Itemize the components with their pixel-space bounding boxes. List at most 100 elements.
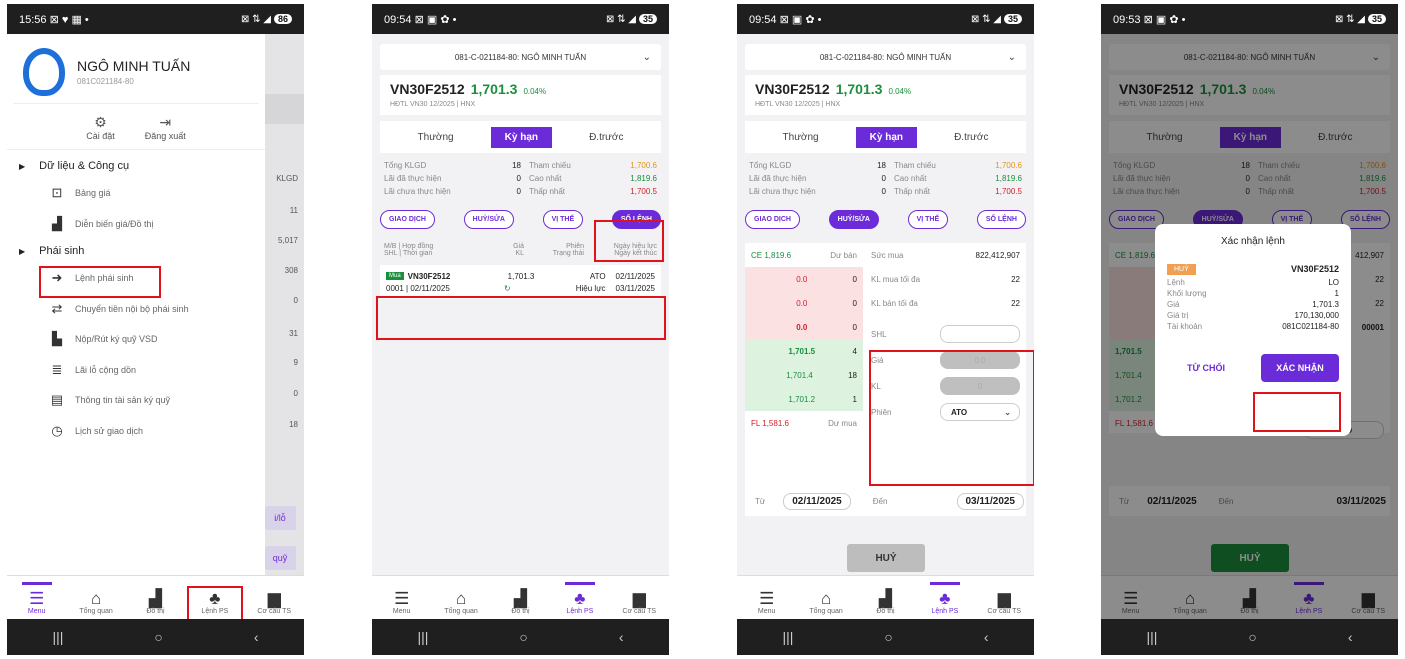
menu-item-cumulative-pnl[interactable]: ≣ Lãi lỗ cộng dồn xyxy=(7,355,265,386)
menu-item-price-chart[interactable]: ▟ Diễn biến giá/Đồ thị xyxy=(7,209,265,240)
tab-orders[interactable]: ♣ Lệnh PS xyxy=(920,582,970,615)
drawer-backdrop[interactable]: KLGD 11 5,017 308 0 31 9 0 18 i/lỗ quỹ xyxy=(264,34,304,575)
shl-input[interactable] xyxy=(940,325,1020,343)
shade-value: KLGD xyxy=(276,174,298,183)
symbol-card[interactable]: VN30F2512 1,701.3 0.04% HĐTL VN30 12/2025 … xyxy=(380,75,661,115)
symbol-change: 0.04% xyxy=(523,87,547,96)
tab-overview[interactable]: ⌂ Tổng quan xyxy=(436,590,486,616)
order-status: Hiệu lực xyxy=(575,283,606,293)
bar-chart-icon: ▟ xyxy=(52,215,62,231)
shade-value: 11 xyxy=(289,206,298,215)
assets-icon: ▆ xyxy=(997,589,1011,608)
tab-term[interactable]: Kỳ hạn xyxy=(855,126,917,148)
battery-icon: 35 xyxy=(638,13,657,24)
tab-normal[interactable]: Thường xyxy=(404,127,468,148)
stat-label: Lãi chưa thực hiện xyxy=(384,187,451,196)
transfer-icon: ⇄ xyxy=(51,300,63,316)
menu-item-internal-transfer[interactable]: ⇄ Chuyển tiền nội bộ phái sinh xyxy=(7,294,265,325)
recent-apps-icon[interactable]: ||| xyxy=(782,629,793,645)
order-row[interactable]: Mua VN30F2512 1,701.3 ATO 02/11/2025 0001 | … xyxy=(380,265,661,299)
account-selector[interactable]: 081-C-021184-80: NGÔ MINH TUẤN ⌄ xyxy=(745,44,1026,70)
home-button-icon[interactable]: ○ xyxy=(884,629,892,645)
tab-menu[interactable]: ☰ Menu xyxy=(12,582,62,615)
menu-item-vsd-margin[interactable]: ▙ Nộp/Rút ký quỹ VSD xyxy=(7,324,265,355)
dialog-value: LO xyxy=(1328,278,1339,287)
menu-item-margin-assets[interactable]: ▤ Thông tin tài sản ký quỹ xyxy=(7,385,265,416)
order-book-button[interactable]: SỔ LỆNH xyxy=(976,210,1026,229)
tab-chart[interactable]: ▟ Đồ thị xyxy=(130,590,180,616)
clock-icon: ◷ xyxy=(51,422,63,438)
tab-advance[interactable]: Đ.trước xyxy=(575,127,637,148)
recent-apps-icon[interactable]: ||| xyxy=(52,629,63,645)
symbol-card[interactable]: VN30F2512 1,701.3 0.04% HĐTL VN30 12/2025 … xyxy=(745,75,1026,115)
recent-apps-icon[interactable]: ||| xyxy=(1146,629,1157,645)
signal-icon: ⊠ ⇅ ◢ xyxy=(605,13,636,25)
tab-chart[interactable]: ▟ Đồ thị xyxy=(860,590,910,616)
tab-menu[interactable]: ☰ Menu xyxy=(377,590,427,616)
phone-cancel-order-screen: 09:54 ⊠ ▣ ✿ • ⊠ ⇅ ◢ 35 081-C-021184-80: N… xyxy=(737,4,1034,655)
trade-button[interactable]: GIAO DỊCH xyxy=(745,210,800,229)
back-icon[interactable]: ‹ xyxy=(254,629,259,645)
home-button-icon[interactable]: ○ xyxy=(154,629,162,645)
tab-term[interactable]: Kỳ hạn xyxy=(490,126,552,148)
tab-assets[interactable]: ▆ Cơ cấu TS xyxy=(249,590,299,616)
stat-label: Thấp nhất xyxy=(529,187,566,196)
stat-label: Tham chiếu xyxy=(894,161,936,170)
home-button-icon[interactable]: ○ xyxy=(519,629,527,645)
position-button[interactable]: VỊ THẾ xyxy=(907,210,949,229)
status-bar: 09:53 ⊠ ▣ ✿ • ⊠ ⇅ ◢ 35 xyxy=(1101,4,1398,34)
menu-item-price-board[interactable]: ⊡ Bảng giá xyxy=(7,178,265,209)
reject-button[interactable]: TỪ CHỐI xyxy=(1167,354,1245,382)
cancel-edit-button[interactable]: HUỶ/SỬA xyxy=(463,210,514,229)
trade-button[interactable]: GIAO DỊCH xyxy=(380,210,435,229)
max-buy-qty: 22 xyxy=(1011,274,1020,284)
stat-label: Lãi đã thực hiện xyxy=(749,174,807,183)
buying-power: 822,412,907 xyxy=(975,250,1021,260)
section-data-tools[interactable]: ▶ Dữ liệu & Công cụ xyxy=(7,154,265,178)
home-button-icon[interactable]: ○ xyxy=(1248,629,1256,645)
gear-icon: ⚙ xyxy=(94,114,107,130)
order-start-date: 02/11/2025 xyxy=(615,271,655,281)
section-derivatives[interactable]: ▶ Phái sinh xyxy=(7,239,265,263)
settings-button[interactable]: ⚙ Cài đặt xyxy=(86,114,115,141)
status-icons: ⊠ ♥ ▦ • xyxy=(49,13,89,26)
tab-normal[interactable]: Thường xyxy=(769,127,833,148)
cancel-badge: HUỶ xyxy=(1167,263,1196,275)
position-button[interactable]: VỊ THẾ xyxy=(542,210,584,229)
tab-assets[interactable]: ▆ Cơ cấu TS xyxy=(979,589,1029,616)
logout-button[interactable]: ⇥ Đăng xuất xyxy=(145,114,186,141)
dialog-label: Lệnh xyxy=(1167,278,1185,287)
cancel-edit-button[interactable]: HUỶ/SỬA xyxy=(828,210,879,229)
tab-menu[interactable]: ☰ Menu xyxy=(742,590,792,616)
stats-panel: Tổng KLGD 18 Tham chiếu 1,700.6 Lãi đã thực… xyxy=(745,159,1026,198)
col-header: SHL | Thời gian xyxy=(384,250,433,257)
confirm-button[interactable]: XÁC NHẬN xyxy=(1261,354,1339,382)
menu-item-trade-history[interactable]: ◷ Lịch sử giao dịch xyxy=(7,416,265,447)
signal-icon: ⊠ ⇅ ◢ xyxy=(240,13,271,25)
menu-item-label: Thông tin tài sản ký quỹ xyxy=(75,395,171,406)
to-date-input[interactable]: 03/11/2025 xyxy=(956,492,1024,510)
tab-overview[interactable]: ⌂ Tổng quan xyxy=(801,590,851,616)
menu-item-label: Lãi lỗ cộng dồn xyxy=(75,364,137,375)
user-card: NGÔ MINH TUẤN 081C021184-80 xyxy=(13,40,259,104)
stat-label: Tổng KLGD xyxy=(384,161,427,170)
recent-apps-icon[interactable]: ||| xyxy=(417,629,428,645)
symbol-subtitle: HĐTL VN30 12/2025 | HNX xyxy=(755,101,841,108)
back-icon[interactable]: ‹ xyxy=(619,629,624,645)
back-icon[interactable]: ‹ xyxy=(1348,629,1353,645)
account-selector[interactable]: 081-C-021184-80: NGÔ MINH TUẤN ⌄ xyxy=(380,44,661,70)
tab-assets[interactable]: ▆ Cơ cấu TS xyxy=(614,590,664,616)
from-date-input[interactable]: 02/11/2025 xyxy=(783,492,851,510)
ask-volume: 0 xyxy=(852,298,857,308)
battery-icon: 86 xyxy=(273,13,292,24)
tab-advance[interactable]: Đ.trước xyxy=(940,127,1002,148)
cancel-order-button[interactable]: HUỶ xyxy=(847,544,925,572)
back-icon[interactable]: ‹ xyxy=(984,629,989,645)
tab-orders[interactable]: ♣ Lệnh PS xyxy=(555,582,605,615)
symbol-price: 1,701.3 xyxy=(835,81,883,97)
tab-overview[interactable]: ⌂ Tổng quan xyxy=(71,590,121,616)
signal-icon: ⊠ ⇅ ◢ xyxy=(970,13,1001,25)
tab-label: Đồ thị xyxy=(876,608,895,615)
orders-icon: ♣ xyxy=(574,589,586,608)
tab-chart[interactable]: ▟ Đồ thị xyxy=(495,590,545,616)
